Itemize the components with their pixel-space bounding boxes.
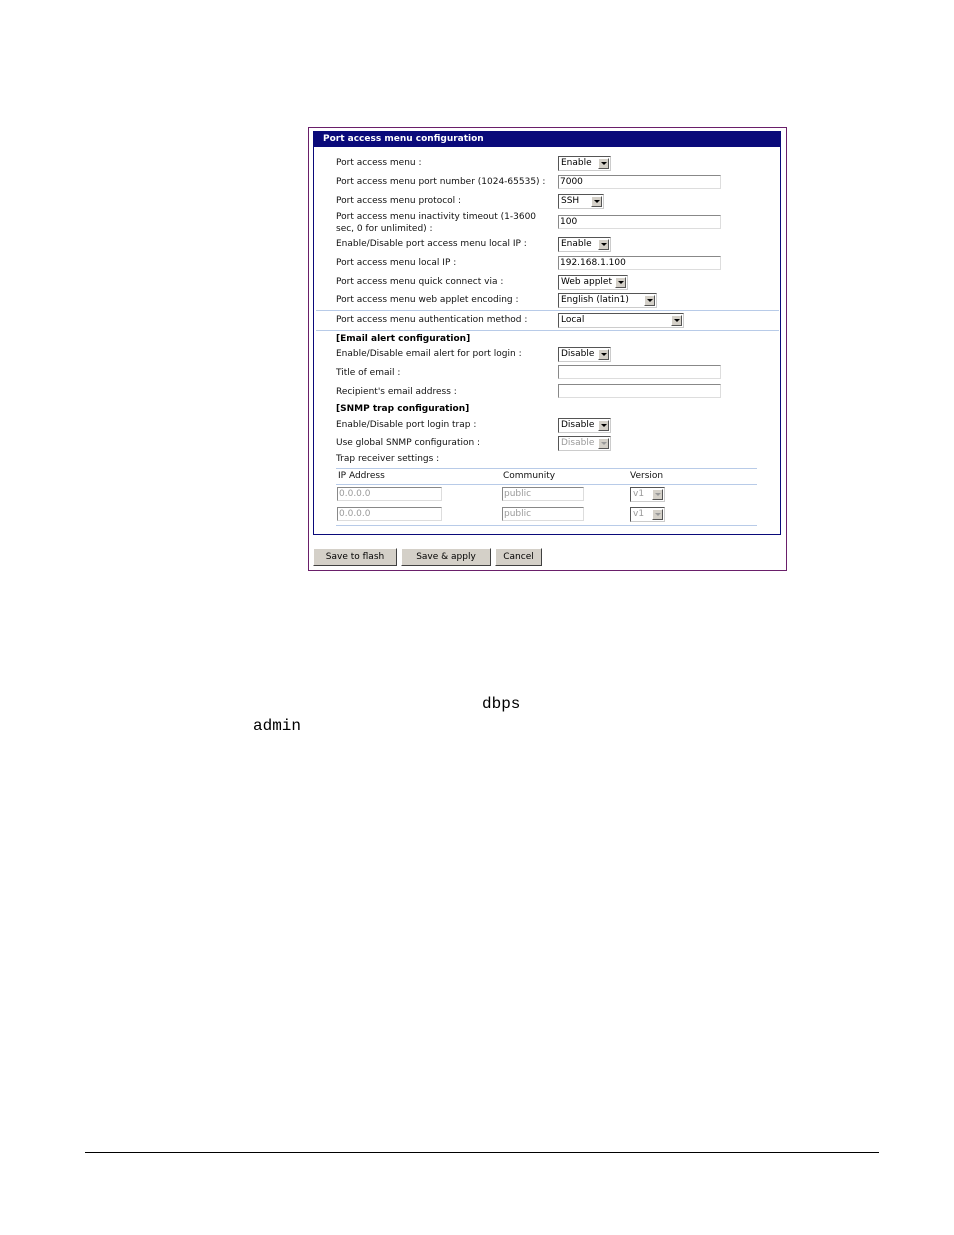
label-timeout-2: sec, 0 for unlimited) : <box>336 224 433 234</box>
cancel-button[interactable]: Cancel <box>495 548 542 566</box>
port-access-menu-select[interactable]: Enable <box>558 156 611 171</box>
chevron-down-icon <box>598 158 609 169</box>
trap-ip-input[interactable]: 0.0.0.0 <box>337 487 442 501</box>
local-ip-input[interactable]: 192.168.1.100 <box>558 256 721 270</box>
port-number-input[interactable]: 7000 <box>558 175 721 189</box>
footer-rule <box>85 1152 879 1153</box>
select-value: SSH <box>561 196 580 206</box>
chevron-down-icon <box>591 196 602 207</box>
label-local-ip-enable: Enable/Disable port access menu local IP… <box>336 239 527 249</box>
col-community: Community <box>503 471 556 481</box>
select-value: Disable <box>561 420 595 430</box>
label-login-trap: Enable/Disable port login trap : <box>336 420 477 430</box>
label-encoding: Port access menu web applet encoding : <box>336 295 519 305</box>
label-recipient: Recipient's email address : <box>336 387 457 397</box>
select-value: Web applet <box>561 277 612 287</box>
snmp-section-heading: [SNMP trap configuration] <box>336 404 470 414</box>
local-ip-enable-select[interactable]: Enable <box>558 237 611 252</box>
recipient-email-input[interactable] <box>558 384 721 398</box>
body-text-dbps: dbps <box>482 695 521 713</box>
chevron-down-icon <box>652 509 663 520</box>
divider <box>336 468 757 469</box>
select-value: English (latin1) <box>561 295 629 305</box>
label-port-access-menu: Port access menu : <box>336 158 422 168</box>
body-text-admin: admin <box>253 717 302 735</box>
label-auth-method: Port access menu authentication method : <box>336 315 528 325</box>
encoding-select[interactable]: English (latin1) <box>558 293 657 308</box>
trap-community-input[interactable]: public <box>502 507 584 521</box>
divider <box>316 330 779 331</box>
label-port-number: Port access menu port number (1024-65535… <box>336 177 546 187</box>
quick-connect-select[interactable]: Web applet <box>558 275 628 290</box>
timeout-input[interactable]: 100 <box>558 215 721 229</box>
login-trap-select[interactable]: Disable <box>558 418 611 433</box>
select-value: Enable <box>561 239 592 249</box>
chevron-down-icon <box>652 489 663 500</box>
panel-title: Port access menu configuration <box>313 131 781 147</box>
label-local-ip: Port access menu local IP : <box>336 258 457 268</box>
chevron-down-icon <box>598 239 609 250</box>
email-title-input[interactable] <box>558 365 721 379</box>
select-value: Enable <box>561 158 592 168</box>
label-global-snmp: Use global SNMP configuration : <box>336 438 481 448</box>
document-page: Port access menu configuration Port acce… <box>0 0 954 1235</box>
chevron-down-icon <box>671 315 682 326</box>
divider <box>316 310 779 311</box>
label-trap-receiver: Trap receiver settings : <box>336 454 440 464</box>
col-ip-address: IP Address <box>338 471 385 481</box>
label-email-alert: Enable/Disable email alert for port logi… <box>336 349 522 359</box>
label-protocol: Port access menu protocol : <box>336 196 462 206</box>
auth-method-select[interactable]: Local <box>558 313 684 328</box>
chevron-down-icon <box>615 277 626 288</box>
col-version: Version <box>630 471 664 481</box>
trap-community-input[interactable]: public <box>502 487 584 501</box>
trap-version-select[interactable]: v1 <box>630 487 665 502</box>
label-quick-connect: Port access menu quick connect via : <box>336 277 504 287</box>
select-value: v1 <box>633 489 645 499</box>
label-timeout: Port access menu inactivity timeout (1-3… <box>336 212 537 222</box>
save-to-flash-button[interactable]: Save to flash <box>313 548 397 566</box>
select-value: v1 <box>633 509 645 519</box>
protocol-select[interactable]: SSH <box>558 194 604 209</box>
select-value: Disable <box>561 438 595 448</box>
chevron-down-icon <box>598 438 609 449</box>
global-snmp-select[interactable]: Disable <box>558 436 611 451</box>
select-value: Disable <box>561 349 595 359</box>
divider <box>336 484 757 485</box>
trap-version-select[interactable]: v1 <box>630 507 665 522</box>
save-apply-button[interactable]: Save & apply <box>401 548 491 566</box>
divider <box>336 525 757 526</box>
email-section-heading: [Email alert configuration] <box>336 334 471 344</box>
label-email-title: Title of email : <box>336 368 401 378</box>
chevron-down-icon <box>598 420 609 431</box>
email-alert-select[interactable]: Disable <box>558 347 611 362</box>
trap-ip-input[interactable]: 0.0.0.0 <box>337 507 442 521</box>
chevron-down-icon <box>644 295 655 306</box>
select-value: Local <box>561 315 585 325</box>
chevron-down-icon <box>598 349 609 360</box>
